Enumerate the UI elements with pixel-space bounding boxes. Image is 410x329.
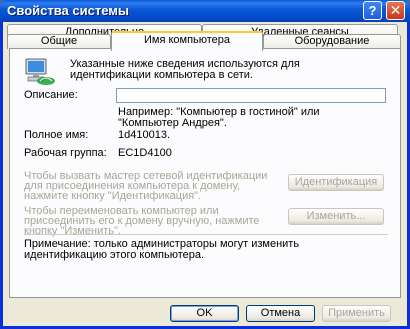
- rename-text-3: кнопку "Изменить".: [24, 225, 121, 237]
- ok-button[interactable]: OK: [170, 305, 239, 322]
- full-name-label: Полное имя:: [24, 129, 89, 141]
- full-name-value: 1d410013.: [118, 129, 170, 141]
- description-input[interactable]: [116, 88, 386, 103]
- divider: [24, 234, 388, 235]
- intro-text: Указанные ниже сведения используются для…: [70, 58, 300, 81]
- description-label: Описание:: [24, 89, 78, 101]
- apply-button[interactable]: Применить: [322, 305, 391, 322]
- description-hint-2: "Компьютер Андрея".: [118, 117, 227, 129]
- title-bar[interactable]: Свойства системы ? ✕: [0, 0, 410, 22]
- network-id-text-3: нажмите кнопку "Идентификация".: [24, 190, 202, 202]
- help-button[interactable]: ?: [363, 1, 382, 20]
- system-properties-window: Свойства системы ? ✕ Дополнительно Удале…: [0, 0, 410, 329]
- network-id-button[interactable]: Идентификация: [288, 174, 384, 191]
- tab-general[interactable]: Общие: [7, 34, 111, 49]
- tab-hardware[interactable]: Оборудование: [263, 34, 401, 49]
- workgroup-value: EC1D4100: [118, 147, 172, 159]
- computer-name-panel: Указанные ниже сведения используются для…: [9, 48, 401, 298]
- workgroup-label: Рабочая группа:: [24, 147, 107, 159]
- tab-computer-name[interactable]: Имя компьютера: [111, 31, 263, 51]
- window-title: Свойства системы: [7, 3, 129, 18]
- close-button[interactable]: ✕: [386, 1, 405, 20]
- rename-button[interactable]: Изменить...: [288, 208, 384, 225]
- cancel-button[interactable]: Отмена: [246, 305, 315, 322]
- note-text-2: идентификацию этого компьютера.: [24, 249, 205, 261]
- computer-network-icon: [25, 58, 55, 85]
